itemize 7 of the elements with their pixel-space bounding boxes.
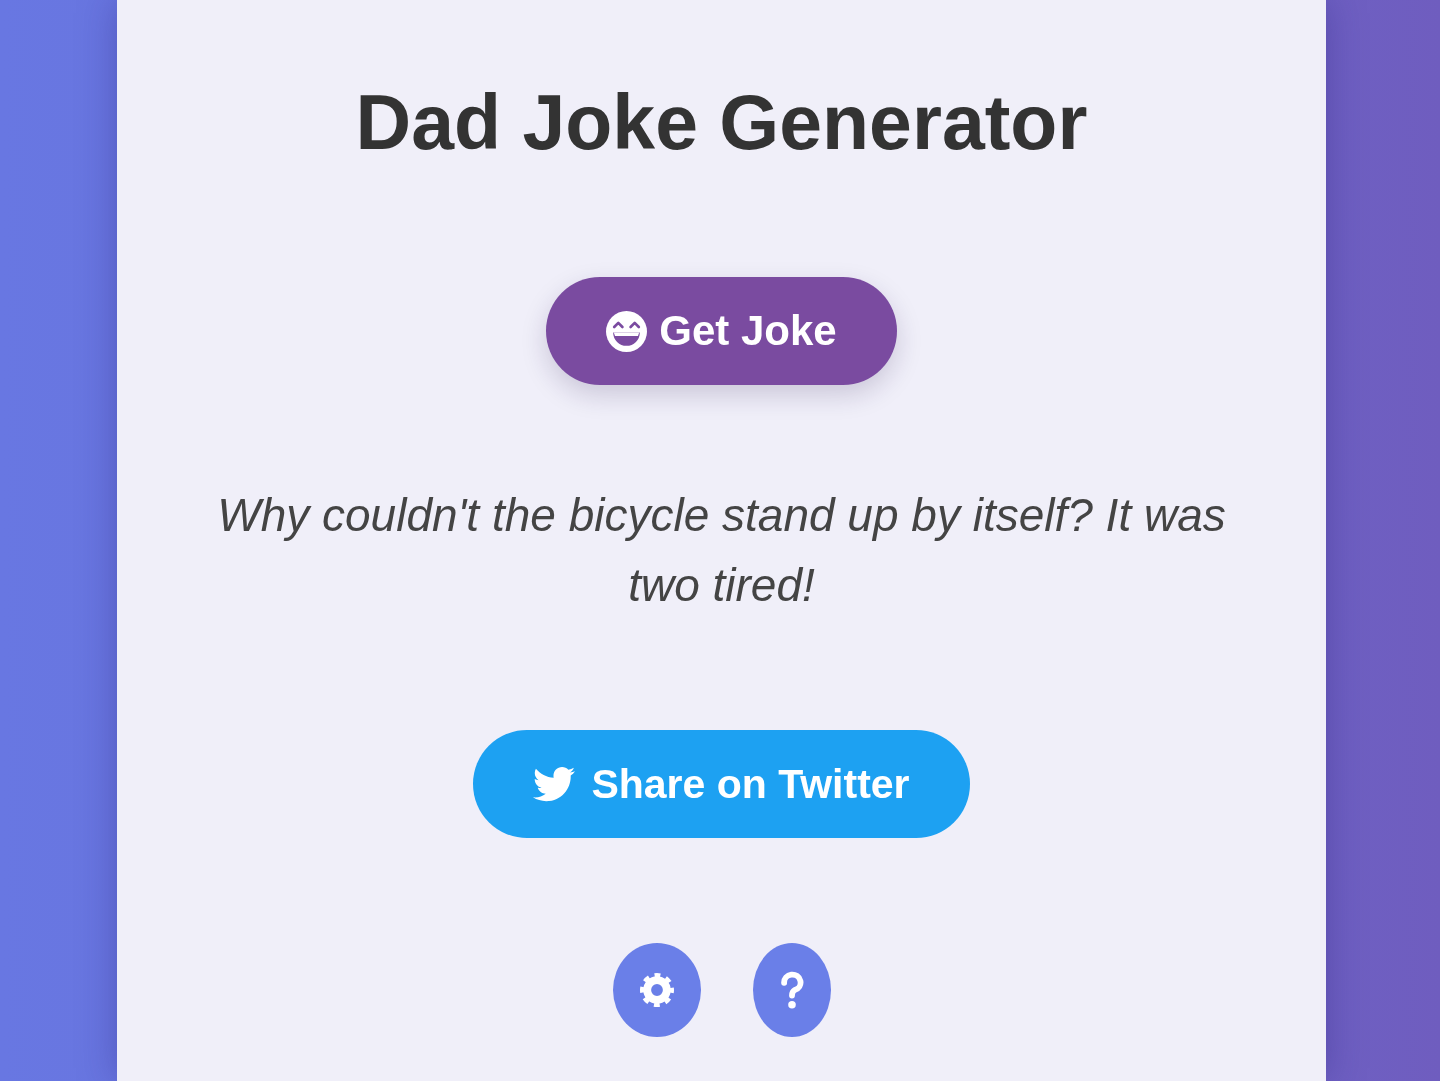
settings-icon [639,973,674,1007]
bird-icon [533,766,576,802]
page-title: Dad Joke Generator [355,79,1088,165]
grinning-face-icon [606,310,648,352]
get-joke-button[interactable]: Get Joke [546,277,897,385]
joke-text: Why couldn't the bicycle stand up by itself? It was two tired! [216,488,1227,613]
question-mark-icon [779,971,804,1009]
